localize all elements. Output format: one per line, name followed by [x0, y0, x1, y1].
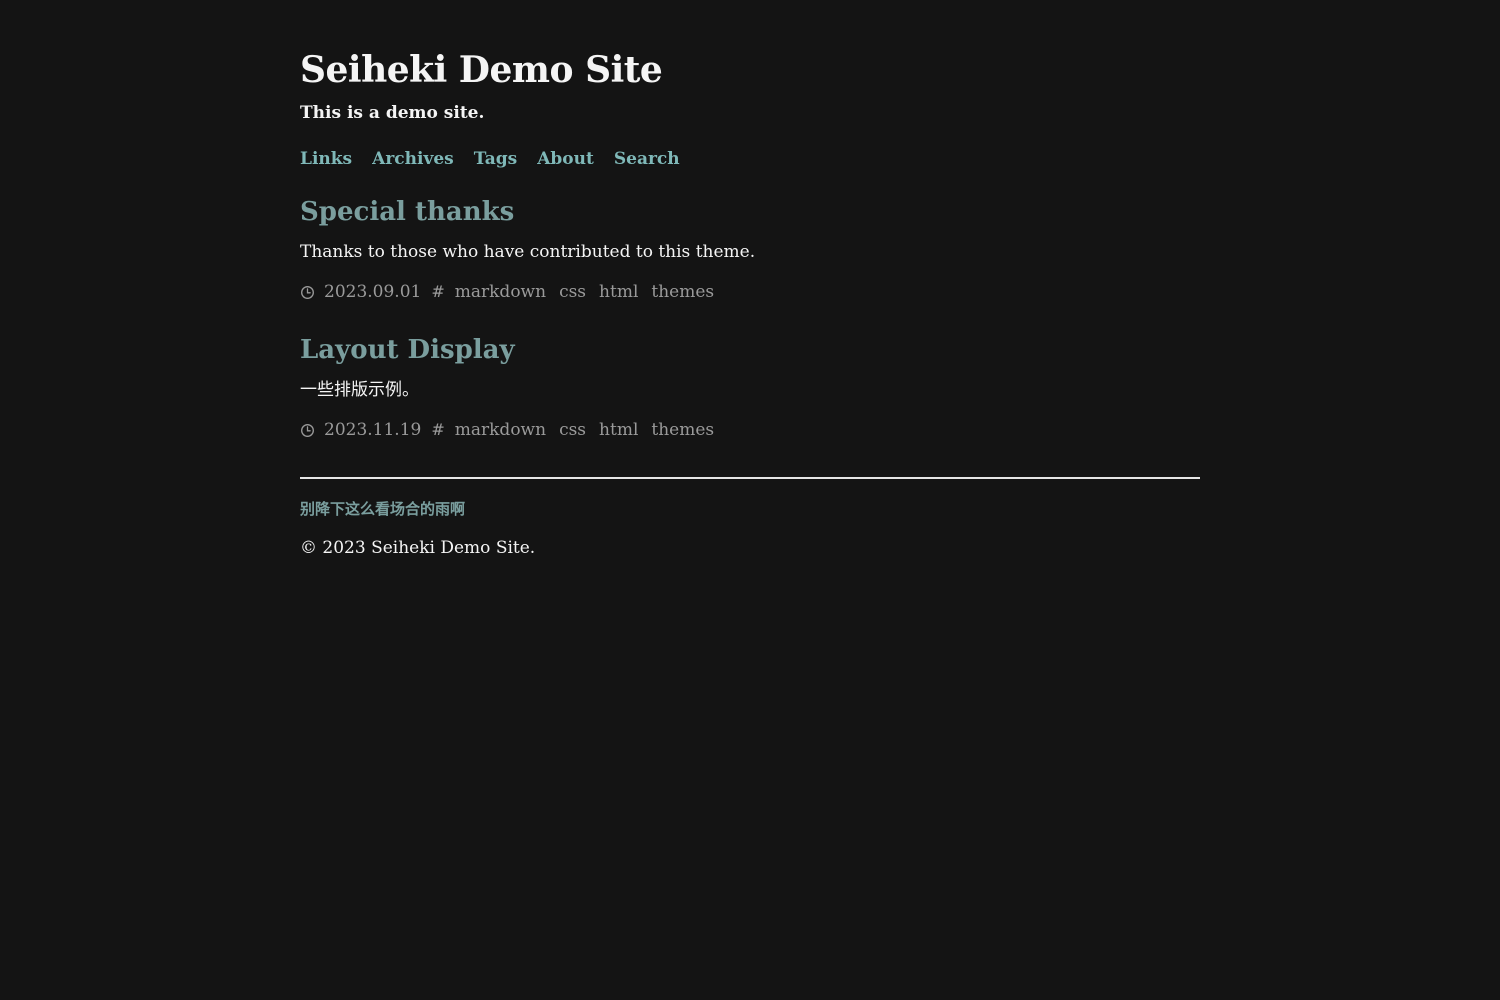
main-nav: Links Archives Tags About Search	[300, 148, 680, 170]
site-description: This is a demo site.	[300, 103, 485, 123]
post-meta: 2023.11.19 # markdown css html themes	[300, 419, 727, 441]
post-date: 2023.11.19	[324, 420, 422, 440]
nav-link-about[interactable]: About	[537, 148, 594, 170]
post-date: 2023.09.01	[324, 282, 422, 302]
post-excerpt: Thanks to those who have contributed to …	[300, 242, 756, 262]
tag-link[interactable]: css	[559, 281, 586, 303]
post-excerpt: 一些排版示例。	[300, 380, 419, 400]
nav-link-tags[interactable]: Tags	[474, 148, 518, 170]
post-title[interactable]: Layout Display	[300, 334, 1200, 366]
nav-link-links[interactable]: Links	[300, 148, 352, 170]
copyright: © 2023 Seiheki Demo Site.	[300, 538, 536, 558]
tag-link[interactable]: markdown	[455, 281, 546, 303]
tag-link[interactable]: html	[599, 419, 638, 441]
post-title[interactable]: Special thanks	[300, 196, 1200, 228]
site-title[interactable]: Seiheki Demo Site	[300, 50, 663, 90]
post-item: Layout Display 一些排版示例。 2023.11.19 # mark…	[300, 334, 1200, 440]
post-item: Special thanks Thanks to those who have …	[300, 196, 1200, 302]
footer-quote[interactable]: 别降下这么看场合的雨啊	[300, 498, 465, 520]
clock-icon	[300, 285, 315, 300]
tag-link[interactable]: themes	[651, 281, 714, 303]
nav-link-archives[interactable]: Archives	[372, 148, 454, 170]
hash-icon: #	[431, 420, 445, 439]
tag-link[interactable]: html	[599, 281, 638, 303]
footer-divider	[300, 477, 1200, 479]
tag-link[interactable]: themes	[651, 419, 714, 441]
clock-icon	[300, 423, 315, 438]
tag-link[interactable]: css	[559, 419, 586, 441]
hash-icon: #	[431, 282, 445, 301]
tag-link[interactable]: markdown	[455, 419, 546, 441]
nav-link-search[interactable]: Search	[614, 148, 680, 170]
post-meta: 2023.09.01 # markdown css html themes	[300, 281, 727, 303]
